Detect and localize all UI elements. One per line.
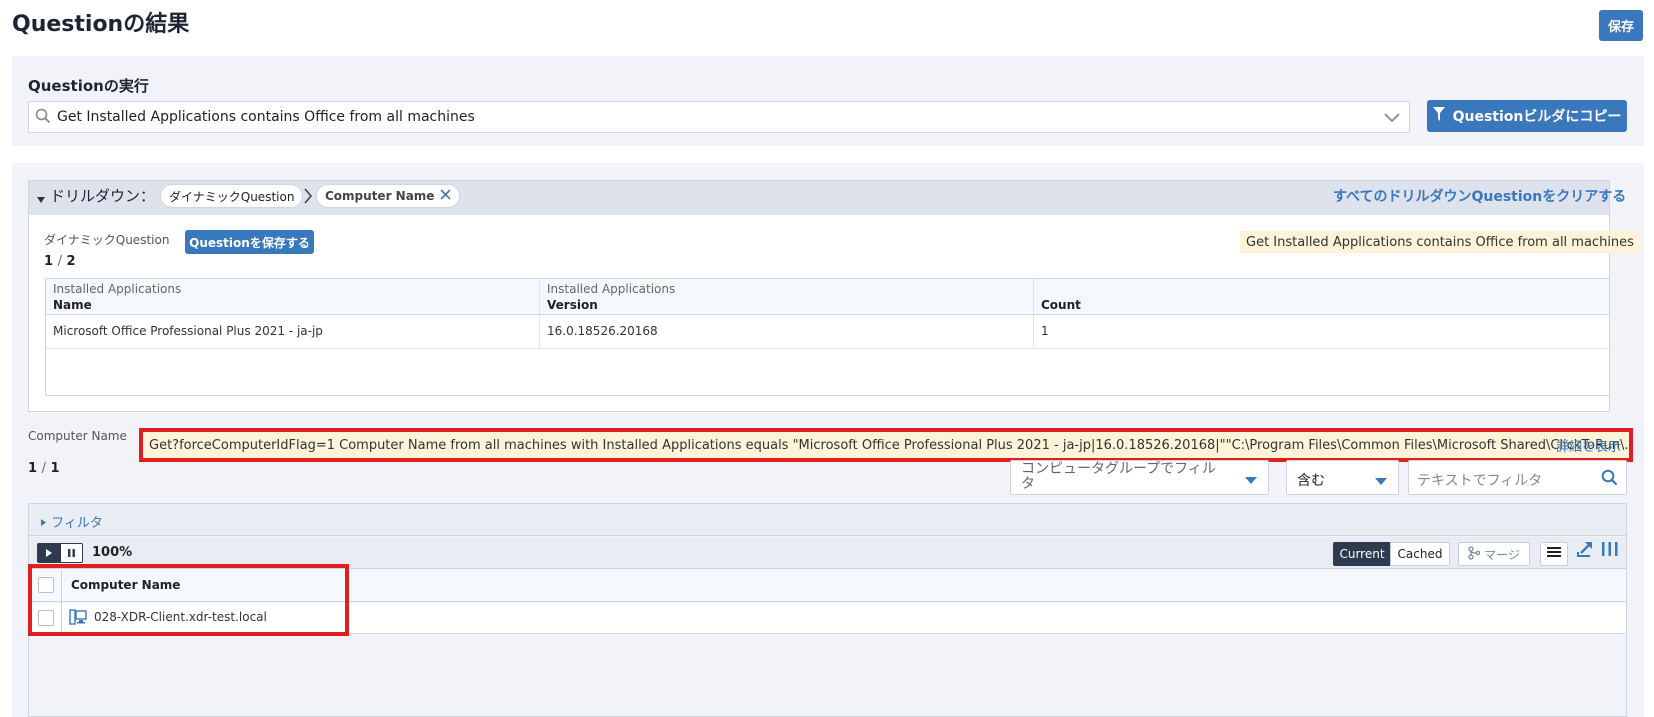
drilldown-chip-dynamic[interactable]: ダイナミックQuestion: [160, 184, 304, 208]
drilldown-chip-computer-name[interactable]: Computer Name: [316, 184, 461, 208]
pager-total: 2: [66, 254, 76, 269]
column-category: Installed Applications: [53, 282, 182, 296]
export-icon[interactable]: [1576, 540, 1594, 562]
table-column-name: Installed Applications Name Microsoft Of…: [46, 279, 540, 349]
filter-label: フィルタ: [51, 516, 103, 531]
chevron-right-icon: [303, 188, 313, 208]
filter-bar: [29, 504, 1626, 536]
drilldown-pager: 1 / 2: [44, 254, 76, 269]
pager-current: 1: [28, 461, 38, 476]
drilldown-label: ドリルダウン：: [50, 187, 156, 205]
text-filter-input[interactable]: テキストでフィルタ: [1408, 460, 1627, 495]
select-placeholder: コンピュータグループでフィルタ: [1021, 461, 1216, 492]
question-tag: Get Installed Applications contains Offi…: [1240, 231, 1640, 253]
pager-separator: /: [57, 254, 62, 269]
select-value: 含む: [1297, 473, 1325, 489]
table-cell: 1: [1041, 324, 1049, 338]
table-cell: Microsoft Office Professional Plus 2021 …: [53, 324, 323, 338]
merge-icon: [1468, 545, 1481, 563]
row-divider: [46, 348, 1609, 349]
save-question-button[interactable]: Questionを保存する: [185, 230, 314, 254]
column-header[interactable]: Count: [1041, 298, 1081, 312]
computer-name-query: Get?forceComputerIdFlag=1 Computer Name …: [139, 428, 1633, 462]
close-icon[interactable]: [440, 189, 452, 203]
search-icon[interactable]: [1601, 469, 1618, 490]
column-header[interactable]: Version: [547, 298, 598, 312]
chevron-down-icon[interactable]: [1383, 110, 1401, 128]
filter-icon: [1432, 107, 1445, 125]
copy-button-label: Questionビルダにコピー: [1452, 109, 1622, 125]
clear-drilldown-link[interactable]: すべてのドリルダウンQuestionをクリアする: [1333, 186, 1626, 206]
hamburger-icon: [1547, 546, 1561, 562]
cached-toggle[interactable]: Cached: [1390, 542, 1450, 566]
merge-label: マージ: [1484, 547, 1520, 562]
table-column-count: Count 1: [1034, 279, 1609, 349]
question-run-label: Questionの実行: [28, 77, 149, 95]
column-header[interactable]: Name: [53, 298, 92, 312]
query-text: Get?forceComputerIdFlag=1 Computer Name …: [149, 437, 1633, 453]
caret-down-icon: [1244, 474, 1258, 489]
caret-right-icon: [40, 516, 51, 531]
filter-toggle[interactable]: フィルタ: [40, 512, 103, 531]
show-details-link[interactable]: 詳細を表示: [1556, 436, 1621, 455]
dynamic-question-label: ダイナミックQuestion: [44, 233, 170, 247]
caret-down-icon: [1374, 474, 1388, 490]
table-cell: 16.0.18526.20168: [547, 324, 658, 338]
pager-total: 1: [50, 461, 60, 476]
table-column-version: Installed Applications Version 16.0.1852…: [540, 279, 1034, 349]
menu-button[interactable]: [1540, 542, 1568, 566]
highlight-box: [28, 564, 349, 636]
drilldown-results-table: Installed Applications Name Microsoft Of…: [45, 278, 1610, 396]
columns-icon[interactable]: [1601, 540, 1619, 562]
page-title: Questionの結果: [12, 12, 190, 37]
computer-name-label: Computer Name: [28, 429, 127, 443]
computer-group-filter-select[interactable]: コンピュータグループでフィルタ: [1010, 460, 1269, 495]
save-button[interactable]: 保存: [1599, 10, 1643, 41]
question-input-value: Get Installed Applications contains Offi…: [57, 109, 475, 125]
chip-label: Computer Name: [325, 189, 435, 203]
operator-select[interactable]: 含む: [1286, 460, 1399, 495]
search-icon: [35, 108, 51, 128]
current-toggle[interactable]: Current: [1333, 542, 1391, 566]
copy-to-question-builder-button[interactable]: Questionビルダにコピー: [1427, 100, 1627, 132]
pager-current: 1: [44, 254, 54, 269]
merge-button[interactable]: マージ: [1458, 542, 1530, 566]
caret-down-icon[interactable]: [36, 193, 46, 208]
computer-name-pager: 1 / 1: [28, 461, 60, 476]
question-input[interactable]: Get Installed Applications contains Offi…: [28, 101, 1410, 133]
input-placeholder: テキストでフィルタ: [1417, 473, 1543, 489]
pause-button[interactable]: [60, 543, 83, 563]
column-category: Installed Applications: [547, 282, 676, 296]
pager-separator: /: [41, 461, 46, 476]
progress-percentage: 100%: [92, 545, 133, 560]
play-button[interactable]: [37, 543, 60, 563]
